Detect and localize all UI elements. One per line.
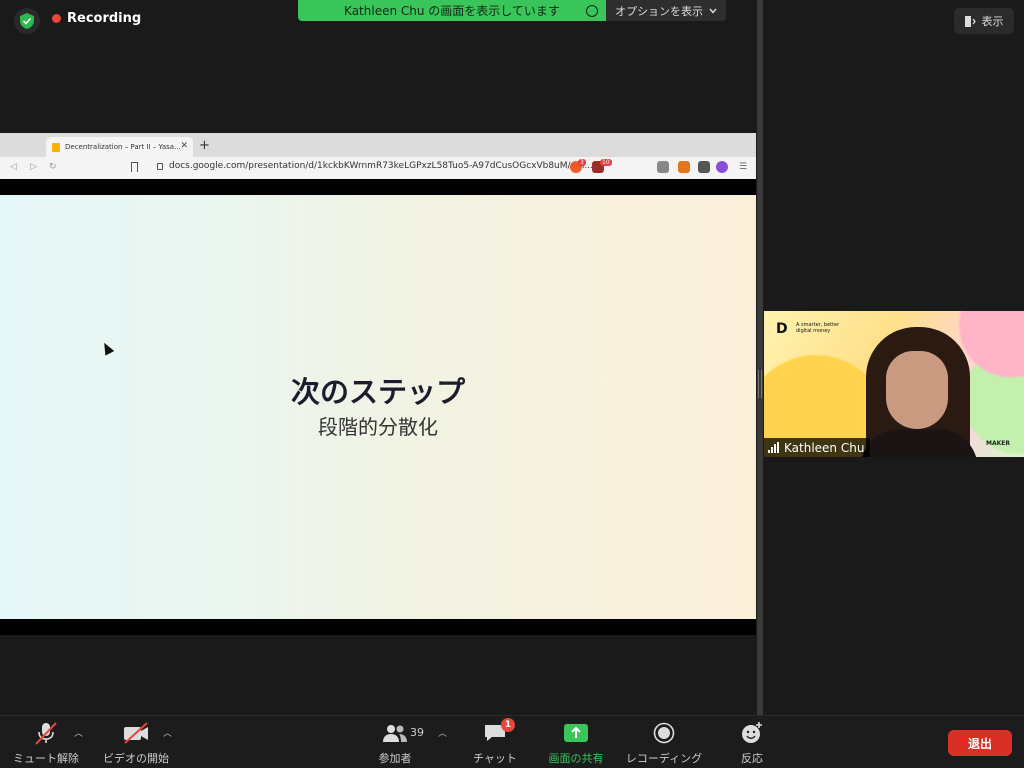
chat-label: チャット (473, 752, 517, 765)
shared-screen: Decentralization – Part II – Yasa... ✕ +… (0, 133, 756, 635)
url-field[interactable]: docs.google.com/presentation/d/1kckbKWrn… (169, 161, 593, 171)
browser-tab-bar: Decentralization – Part II – Yasa... ✕ + (0, 133, 756, 157)
lock-icon (157, 163, 163, 170)
back-icon[interactable]: ◁ (10, 162, 17, 172)
reactions-label: 反応 (741, 752, 763, 765)
panel-divider[interactable] (757, 0, 763, 715)
maker-logo: MAKER (986, 440, 1010, 447)
participants-icon (382, 716, 408, 750)
share-screen-icon (563, 716, 589, 750)
recording-label: Recording (67, 11, 142, 26)
chat-button[interactable]: 1 チャット (466, 716, 524, 768)
browser-tab[interactable]: Decentralization – Part II – Yasa... ✕ (46, 137, 193, 157)
reactions-button[interactable]: 反応 (730, 716, 774, 768)
zoom-meeting-window: Recording Kathleen Chu の画面を表示しています オプション… (0, 0, 1024, 768)
record-button[interactable]: レコーディング (622, 716, 706, 768)
bookmark-icon[interactable] (131, 162, 138, 172)
presentation-slide: 次のステップ 段階的分散化 (0, 195, 756, 619)
participants-options-caret[interactable]: ︿ (438, 726, 447, 739)
view-options-button[interactable]: オプションを表示 (606, 0, 726, 21)
meeting-toolbar: ミュート解除 ︿ ビデオの開始 ︿ 参加者 39 ︿ 1 チャット 画面の共有 … (0, 715, 1024, 768)
browser-address-bar: ◁ ▷ ↻ docs.google.com/presentation/d/1kc… (0, 157, 756, 179)
unmute-label: ミュート解除 (13, 752, 79, 765)
mouse-cursor-icon (99, 340, 115, 356)
chat-icon: 1 (483, 716, 515, 750)
new-tab-button[interactable]: + (199, 138, 210, 153)
video-off-icon (122, 716, 150, 750)
close-tab-icon[interactable]: ✕ (180, 141, 188, 151)
profile-avatar[interactable] (716, 161, 728, 173)
extension-icon[interactable] (657, 161, 669, 173)
screen-share-banner: Kathleen Chu の画面を表示しています (298, 0, 606, 21)
ext-badge-1: 3 (578, 159, 586, 166)
slide-subtitle: 段階的分散化 (318, 415, 438, 439)
recording-dot-icon (52, 14, 61, 23)
participant-count: 39 (410, 726, 424, 739)
chevron-down-icon (709, 8, 717, 14)
audio-options-caret[interactable]: ︿ (74, 726, 83, 739)
share-status-icon (586, 5, 598, 17)
record-icon (653, 716, 675, 750)
participant-video-tile[interactable]: D A smarter, better digital money MAKER … (764, 311, 1024, 457)
menu-icon[interactable]: ☰ (739, 162, 747, 172)
start-video-label: ビデオの開始 (103, 752, 169, 765)
signal-strength-icon (768, 442, 779, 453)
view-options-label: オプションを表示 (615, 4, 703, 18)
recording-indicator[interactable]: Recording (52, 11, 141, 26)
share-screen-button[interactable]: 画面の共有 (542, 716, 610, 768)
participant-name: Kathleen Chu (784, 440, 865, 455)
unmute-button[interactable]: ミュート解除 (8, 716, 84, 768)
metamask-icon[interactable] (678, 161, 690, 173)
security-shield-icon[interactable] (14, 8, 40, 34)
leave-meeting-button[interactable]: 退出 (948, 730, 1012, 756)
dai-logo: D (776, 321, 788, 337)
participants-label: 参加者 (378, 752, 412, 765)
forward-icon[interactable]: ▷ (30, 162, 37, 172)
chat-unread-badge: 1 (501, 718, 515, 732)
show-view-button[interactable]: 表示 (954, 8, 1014, 34)
participants-button[interactable]: 参加者 (364, 716, 426, 768)
slides-icon (52, 142, 60, 152)
slide-title: 次のステップ (290, 375, 465, 409)
participant-face (886, 351, 948, 429)
muted-mic-icon (33, 716, 59, 750)
dai-tagline: A smarter, better digital money (796, 322, 840, 334)
browser-tab-title: Decentralization – Part II – Yasa... (65, 143, 181, 151)
view-panel-icon (964, 15, 976, 27)
reactions-icon (740, 716, 764, 750)
puzzle-icon[interactable] (698, 161, 710, 173)
participant-name-tag: Kathleen Chu (764, 438, 871, 457)
divider-drag-handle[interactable] (758, 370, 762, 398)
ext-badge-2: 10 (600, 159, 612, 166)
share-screen-label: 画面の共有 (548, 752, 604, 765)
record-label: レコーディング (625, 752, 703, 765)
show-view-label: 表示 (981, 15, 1004, 28)
start-video-button[interactable]: ビデオの開始 (98, 716, 174, 768)
share-banner-text: Kathleen Chu の画面を表示しています (344, 4, 560, 18)
reload-icon[interactable]: ↻ (49, 162, 57, 172)
video-options-caret[interactable]: ︿ (163, 726, 172, 739)
